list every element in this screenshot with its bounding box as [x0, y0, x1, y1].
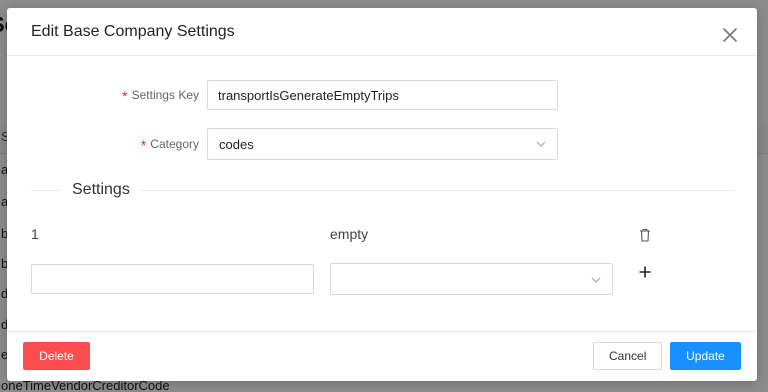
category-select-value: codes [219, 137, 254, 152]
modal-header: Edit Base Company Settings [7, 8, 757, 56]
modal-title: Edit Base Company Settings [31, 23, 235, 40]
new-setting-key-input[interactable] [31, 264, 314, 294]
category-row: * Category [7, 129, 207, 159]
chevron-down-icon [536, 141, 546, 147]
category-label: * Category [15, 129, 207, 160]
category-select[interactable]: codes [207, 128, 558, 160]
close-button[interactable] [719, 24, 741, 46]
edit-settings-modal: Edit Base Company Settings * Settings Key… [7, 8, 757, 381]
new-setting-value-select[interactable] [330, 263, 613, 295]
trash-icon [640, 228, 650, 242]
settings-section-title: Settings [61, 181, 141, 199]
close-icon [723, 28, 737, 42]
plus-icon [639, 266, 651, 278]
update-button[interactable]: Update [670, 342, 741, 370]
settings-key-label-text: Settings Key [131, 88, 199, 102]
required-asterisk: * [122, 87, 128, 104]
category-label-text: Category [150, 137, 199, 151]
settings-key-label: * Settings Key [15, 80, 207, 111]
delete-button[interactable]: Delete [23, 342, 90, 370]
required-asterisk: * [140, 136, 147, 153]
setting-item-key: 1 [31, 226, 39, 242]
settings-key-input[interactable] [207, 80, 558, 110]
add-setting-button[interactable] [637, 264, 653, 280]
chevron-down-icon [591, 277, 601, 283]
settings-key-row: * Settings Key [7, 80, 207, 110]
delete-setting-button[interactable] [637, 227, 653, 243]
cancel-button[interactable]: Cancel [593, 342, 662, 370]
setting-item-value: empty [330, 226, 369, 242]
modal-footer: Delete Cancel Update [7, 331, 757, 381]
